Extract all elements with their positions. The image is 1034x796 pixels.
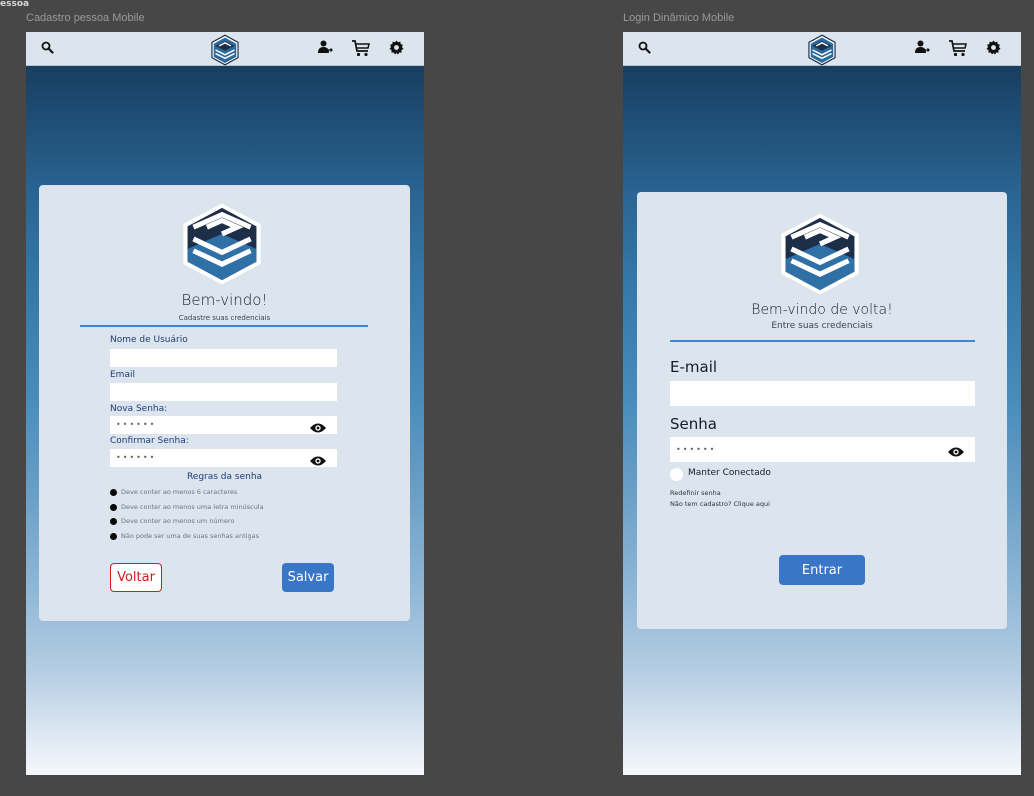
welcome-title: Bem-vindo de volta! [751, 302, 893, 318]
new-password-input[interactable]: •••••• [110, 416, 337, 434]
password-rule: Deve conter ao menos um número [110, 517, 234, 525]
password-rule: Não pode ser uma de suas senhas antigas [110, 532, 259, 540]
title-divider [670, 340, 975, 342]
gear-icon[interactable] [389, 40, 404, 55]
password-rule: Deve conter ao menos uma letra minúscula [110, 503, 264, 511]
username-label: Nome de Usuário [110, 335, 188, 345]
register-card: Bem-vindo! Cadastre suas credenciais Nom… [39, 185, 410, 621]
welcome-title: Bem-vindo! [181, 291, 268, 309]
password-rules-title: Regras da senha [186, 472, 263, 482]
frame-title-register: Cadastro pessoa Mobile [26, 12, 145, 24]
logo-icon[interactable] [210, 34, 240, 66]
welcome-subtitle: Cadastre suas credenciais [178, 314, 271, 322]
top-bar [623, 32, 1021, 66]
password-rule: Deve conter ao menos 6 caracteres [110, 488, 237, 496]
rule-bullet [110, 488, 117, 496]
frame-title-login: Login Dinâmico Mobile [623, 12, 735, 24]
password-label: Senha [670, 415, 717, 433]
rule-text: Não pode ser uma de suas senhas antigas [121, 532, 259, 540]
canvas-label: essoa [0, 0, 30, 9]
title-divider [80, 325, 368, 327]
email-input[interactable] [670, 381, 975, 406]
eye-icon[interactable] [309, 452, 327, 471]
user-login-icon[interactable] [318, 40, 333, 54]
search-icon[interactable] [41, 41, 54, 54]
enter-button[interactable]: Entrar [779, 555, 865, 585]
search-icon[interactable] [638, 41, 651, 54]
welcome-subtitle: Entre suas credenciais [771, 321, 873, 331]
register-frame: Bem-vindo! Cadastre suas credenciais Nom… [26, 32, 424, 775]
username-input[interactable] [110, 349, 337, 367]
confirm-password-input[interactable]: •••••• [110, 449, 337, 467]
brand-logo-icon [777, 212, 863, 300]
signup-link[interactable]: Não tem cadastro? Clique aqui [670, 500, 770, 508]
keep-connected-radio[interactable] [670, 468, 683, 481]
brand-logo-icon [179, 202, 265, 290]
rule-text: Deve conter ao menos uma letra minúscula [121, 503, 264, 511]
login-card: Bem-vindo de volta! Entre suas credencia… [637, 192, 1007, 629]
logo-icon[interactable] [807, 34, 837, 66]
new-password-label: Nova Senha: [110, 404, 168, 414]
rule-bullet [110, 532, 117, 540]
email-label: E-mail [670, 358, 718, 376]
reset-password-link[interactable]: Redefinir senha [670, 489, 721, 497]
password-input[interactable]: •••••• [670, 437, 975, 462]
gear-icon[interactable] [986, 40, 1001, 55]
rule-text: Deve conter ao menos um número [121, 517, 235, 525]
keep-connected-label: Manter Conectado [688, 468, 771, 478]
top-bar [26, 32, 424, 66]
rule-text: Deve conter ao menos 6 caracteres [121, 488, 238, 496]
eye-icon[interactable] [309, 419, 327, 438]
eye-icon[interactable] [947, 443, 965, 462]
cart-icon[interactable] [948, 39, 968, 57]
cart-icon[interactable] [351, 39, 371, 57]
email-input[interactable] [110, 383, 337, 401]
user-login-icon[interactable] [915, 40, 930, 54]
save-button[interactable]: Salvar [282, 563, 334, 592]
back-button[interactable]: Voltar [110, 563, 162, 592]
login-frame: Bem-vindo de volta! Entre suas credencia… [623, 32, 1021, 775]
rule-bullet [110, 503, 117, 511]
confirm-password-label: Confirmar Senha: [110, 436, 189, 446]
email-label: Email [110, 370, 135, 380]
rule-bullet [110, 517, 117, 525]
